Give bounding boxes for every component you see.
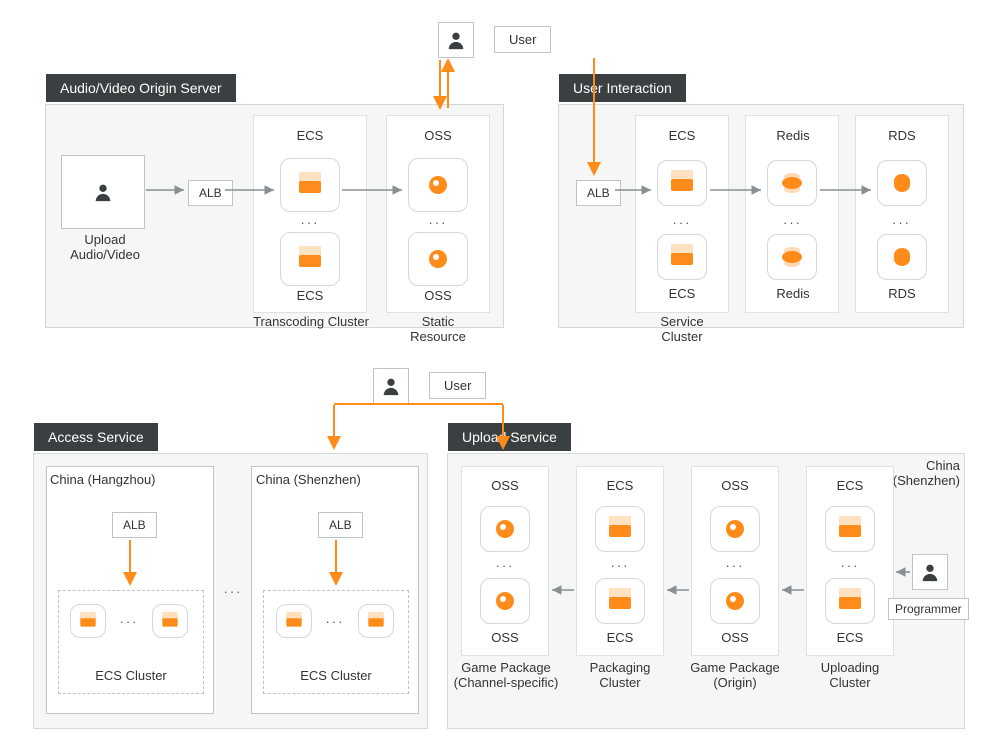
redis-icon — [767, 234, 817, 280]
redis-label: Redis — [758, 128, 828, 143]
alb-interaction: ALB — [576, 180, 621, 206]
ellipsis: ··· — [218, 584, 248, 599]
ecs-icon — [358, 604, 394, 638]
oss-icon — [710, 578, 760, 624]
programmer-icon — [912, 554, 948, 590]
ecs-label: ECS — [280, 288, 340, 303]
col-service — [635, 115, 729, 313]
ecs-label: ECS — [280, 128, 340, 143]
ecs-icon — [152, 604, 188, 638]
region-hz-label: China (Hangzhou) — [50, 472, 210, 487]
user-icon — [373, 368, 409, 404]
user-icon — [438, 22, 474, 58]
ecs-cluster-sz: ECS Cluster — [263, 668, 409, 683]
ecs-icon — [595, 578, 645, 624]
panel-upload-title: Upload Service — [448, 423, 571, 451]
upload-av-label: Upload Audio/Video — [50, 232, 160, 262]
rds-icon — [877, 234, 927, 280]
oss-icon — [480, 506, 530, 552]
upload-av-box — [61, 155, 145, 229]
ecs-icon — [276, 604, 312, 638]
ellipsis: ··· — [823, 558, 877, 573]
oss-icon — [408, 158, 468, 212]
ellipsis: ··· — [280, 215, 340, 230]
ecs-cluster-hz: ECS Cluster — [58, 668, 204, 683]
channel-label: Game Package (Channel-specific) — [442, 660, 570, 690]
packaging-label: Packaging Cluster — [570, 660, 670, 690]
ellipsis: ··· — [708, 558, 762, 573]
user-label: User — [429, 372, 486, 399]
user-icon — [85, 174, 121, 210]
ecs-label: ECS — [815, 630, 885, 645]
region-sz-label: China (Shenzhen) — [256, 472, 416, 487]
oss-label: OSS — [700, 478, 770, 493]
ellipsis: ··· — [112, 614, 146, 629]
originpkg-label: Game Package (Origin) — [680, 660, 790, 690]
panel-interaction-title: User Interaction — [559, 74, 686, 102]
panel-origin-title: Audio/Video Origin Server — [46, 74, 236, 102]
rds-label: RDS — [870, 128, 934, 143]
diagram-canvas: User Audio/Video Origin Server Upload Au… — [0, 0, 1000, 744]
redis-label: Redis — [758, 286, 828, 301]
ecs-label: ECS — [585, 630, 655, 645]
ellipsis: ··· — [593, 558, 647, 573]
alb-hz: ALB — [112, 512, 157, 538]
col-redis — [745, 115, 839, 313]
ecs-icon — [825, 506, 875, 552]
oss-label: OSS — [408, 128, 468, 143]
ecs-icon — [70, 604, 106, 638]
oss-label: OSS — [700, 630, 770, 645]
alb-sz: ALB — [318, 512, 363, 538]
service-label: Service Cluster — [635, 314, 729, 344]
rds-icon — [877, 160, 927, 206]
redis-icon — [767, 160, 817, 206]
ecs-label: ECS — [815, 478, 885, 493]
user-label: User — [494, 26, 551, 53]
ecs-icon — [595, 506, 645, 552]
oss-label: OSS — [470, 478, 540, 493]
ellipsis: ··· — [874, 215, 929, 230]
panel-access-title: Access Service — [34, 423, 158, 451]
oss-icon — [408, 232, 468, 286]
ecs-icon — [657, 234, 707, 280]
ecs-label: ECS — [650, 128, 714, 143]
ellipsis: ··· — [765, 215, 820, 230]
oss-icon — [480, 578, 530, 624]
oss-label: OSS — [408, 288, 468, 303]
rds-label: RDS — [870, 286, 934, 301]
ecs-icon — [280, 158, 340, 212]
ecs-icon — [280, 232, 340, 286]
ecs-icon — [825, 578, 875, 624]
oss-label: OSS — [470, 630, 540, 645]
ellipsis: ··· — [408, 215, 468, 230]
ellipsis: ··· — [478, 558, 532, 573]
ecs-label: ECS — [650, 286, 714, 301]
ecs-icon — [657, 160, 707, 206]
static-label: Static Resource — [386, 314, 490, 344]
ellipsis: ··· — [654, 215, 710, 230]
col-rds — [855, 115, 949, 313]
ecs-label: ECS — [585, 478, 655, 493]
transcoding-label: Transcoding Cluster — [248, 314, 374, 329]
ellipsis: ··· — [318, 614, 352, 629]
programmer-label: Programmer — [888, 598, 969, 620]
uploading-label: Uploading Cluster — [800, 660, 900, 690]
oss-icon — [710, 506, 760, 552]
alb-origin: ALB — [188, 180, 233, 206]
